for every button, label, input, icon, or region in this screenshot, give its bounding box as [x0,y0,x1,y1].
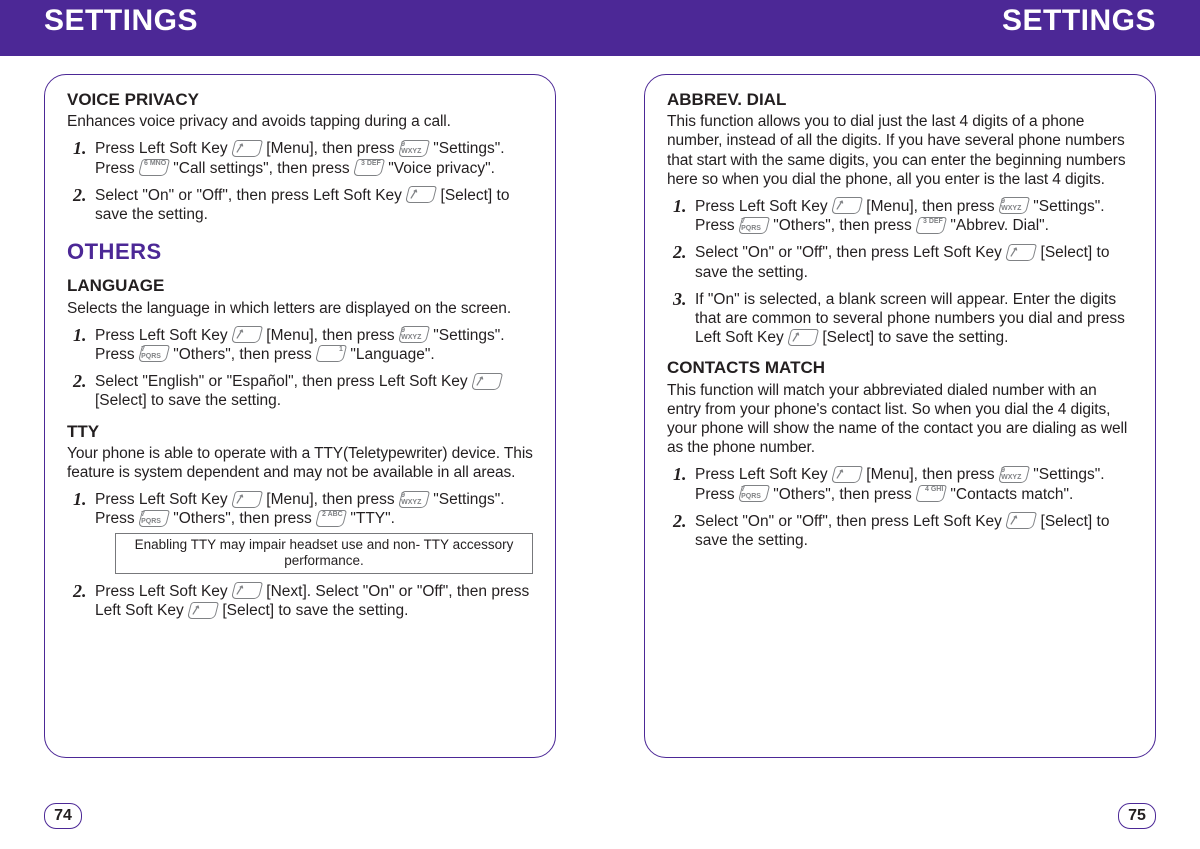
t: "Others", then press [769,486,916,503]
key-4-icon: 4 GHI [915,485,947,502]
soft-key-icon [405,186,437,203]
step: 1. Press Left Soft Key [Menu], then pres… [73,490,533,574]
t: "Settings". [1029,466,1105,483]
t: "TTY". [346,510,395,527]
t: "Settings". [429,327,505,344]
key-9-icon: 9 WXYZ [998,466,1030,483]
t: Press Left Soft Key [95,327,232,344]
voice-privacy-desc: Enhances voice privacy and avoids tappin… [67,112,533,131]
language-title: LANGUAGE [67,275,533,296]
t: [Select] to save the setting. [218,602,408,619]
t: Select "On" or "Off", then press Left So… [695,244,1006,261]
contacts-desc: This function will match your abbreviate… [667,381,1133,458]
soft-key-icon [831,466,863,483]
key-6-icon: 6 MNO [138,159,170,176]
language-desc: Selects the language in which letters ar… [67,299,533,318]
tty-steps: 1. Press Left Soft Key [Menu], then pres… [67,490,533,620]
t: "Settings". [429,140,505,157]
key-9-icon: 9 WXYZ [998,197,1030,214]
page-74: VOICE PRIVACY Enhances voice privacy and… [0,0,600,849]
t: [Menu], then press [262,140,399,157]
tty-title: TTY [67,421,533,442]
soft-key-icon [231,582,263,599]
voice-privacy-title: VOICE PRIVACY [67,89,533,110]
t: [Menu], then press [262,327,399,344]
soft-key-icon [231,140,263,157]
soft-key-icon [1005,512,1037,529]
step: 1. Press Left Soft Key [Menu], then pres… [73,139,533,177]
key-1-icon: 1 [315,345,347,362]
contacts-steps: 1. Press Left Soft Key [Menu], then pres… [667,465,1133,550]
soft-key-icon [831,197,863,214]
abbrev-desc: This function allows you to dial just th… [667,112,1133,189]
abbrev-steps: 1. Press Left Soft Key [Menu], then pres… [667,197,1133,348]
soft-key-icon [231,491,263,508]
soft-key-icon [787,329,819,346]
step: 2. Select "On" or "Off", then press Left… [673,512,1133,550]
t: Press [95,160,139,177]
t: [Select] to save the setting. [95,392,281,409]
step: 3. If "On" is selected, a blank screen w… [673,290,1133,348]
step: 2. Press Left Soft Key [Next]. Select "O… [73,582,533,620]
t: "Others", then press [169,346,316,363]
t: Press [695,486,739,503]
content-card-right: ABBREV. DIAL This function allows you to… [644,74,1156,758]
key-7-icon: 7 PQRS [738,217,770,234]
language-steps: 1. Press Left Soft Key [Menu], then pres… [67,326,533,411]
soft-key-icon [187,602,219,619]
voice-privacy-steps: 1. Press Left Soft Key [Menu], then pres… [67,139,533,224]
t: "Settings". [1029,198,1105,215]
content-card-left: VOICE PRIVACY Enhances voice privacy and… [44,74,556,758]
key-7-icon: 7 PQRS [738,485,770,502]
t: Press Left Soft Key [95,583,232,600]
soft-key-icon [231,326,263,343]
contacts-title: CONTACTS MATCH [667,357,1133,378]
t: Press [695,217,739,234]
t: Select "English" or "Español", then pres… [95,373,472,390]
key-3-icon: 3 DEF [353,159,385,176]
t: "Others", then press [769,217,916,234]
t: Press Left Soft Key [695,466,832,483]
t: [Menu], then press [262,491,399,508]
t: "Language". [346,346,435,363]
step: 2. Select "English" or "Español", then p… [73,372,533,410]
t: "Voice privacy". [384,160,495,177]
tty-note: Enabling TTY may impair headset use and … [115,533,533,574]
t: "Others", then press [169,510,316,527]
step: 1. Press Left Soft Key [Menu], then pres… [673,197,1133,235]
step: 2. Select "On" or "Off", then press Left… [673,243,1133,281]
t: [Menu], then press [862,466,999,483]
abbrev-title: ABBREV. DIAL [667,89,1133,110]
t: "Settings". [429,491,505,508]
t: Select "On" or "Off", then press Left So… [95,187,406,204]
key-7-icon: 7 PQRS [138,510,170,527]
t: "Abbrev. Dial". [946,217,1049,234]
key-9-icon: 9 WXYZ [398,491,430,508]
key-9-icon: 9 WXYZ [398,326,430,343]
page-75: ABBREV. DIAL This function allows you to… [600,0,1200,849]
key-9-icon: 9 WXYZ [398,140,430,157]
key-7-icon: 7 PQRS [138,345,170,362]
soft-key-icon [1005,244,1037,261]
t: [Menu], then press [862,198,999,215]
others-heading: OTHERS [67,238,533,265]
soft-key-icon [471,373,503,390]
t: "Contacts match". [946,486,1073,503]
page-number-75: 75 [1118,803,1156,829]
key-3-icon: 3 DEF [915,217,947,234]
step: 1. Press Left Soft Key [Menu], then pres… [73,326,533,364]
t: Press Left Soft Key [695,198,832,215]
t: Select "On" or "Off", then press Left So… [695,513,1006,530]
t: Press Left Soft Key [95,140,232,157]
step: 2. Select "On" or "Off", then press Left… [73,186,533,224]
t: Press [95,510,139,527]
step: 1. Press Left Soft Key [Menu], then pres… [673,465,1133,503]
t: [Select] to save the setting. [818,329,1008,346]
t: Press [95,346,139,363]
key-2-icon: 2 ABC [315,510,347,527]
t: Press Left Soft Key [95,491,232,508]
tty-desc: Your phone is able to operate with a TTY… [67,444,533,482]
page-number-74: 74 [44,803,82,829]
t: "Call settings", then press [169,160,354,177]
